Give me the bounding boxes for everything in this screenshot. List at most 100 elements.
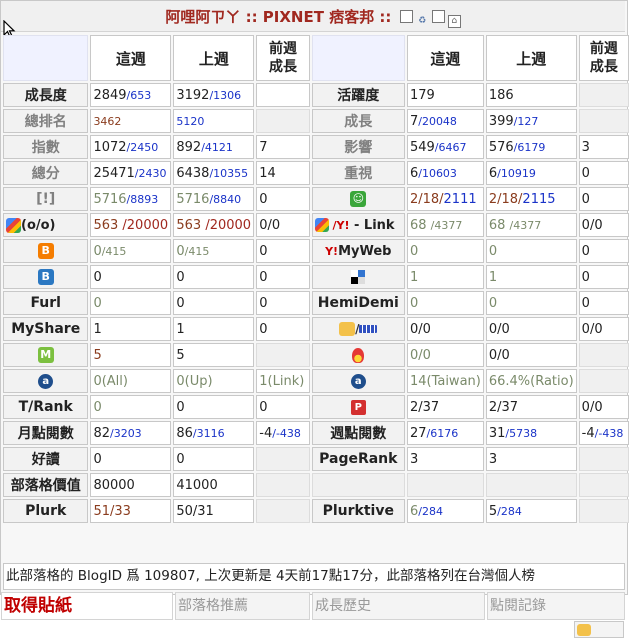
- rank[interactable]: /-438: [595, 427, 624, 440]
- rank[interactable]: /8840: [209, 193, 241, 206]
- value: 6: [409, 503, 419, 519]
- cell-last-week: 186: [485, 83, 577, 107]
- rank[interactable]: /20000: [205, 218, 251, 233]
- rank[interactable]: /4121: [201, 141, 233, 154]
- row-label[interactable]: Furl: [3, 291, 89, 315]
- row-label[interactable]: 影響: [311, 135, 405, 159]
- rank[interactable]: /4377: [431, 219, 463, 232]
- rank[interactable]: 2111: [444, 192, 477, 207]
- cell-this-week: 0/0: [406, 317, 484, 341]
- row-label[interactable]: 總分: [3, 161, 89, 185]
- rank[interactable]: 2115: [522, 192, 555, 207]
- row-label[interactable]: Plurktive: [311, 499, 405, 523]
- row-label-m[interactable]: M: [3, 343, 89, 367]
- growth-history-link[interactable]: 成長歷史: [312, 592, 485, 620]
- blog-recommend-link[interactable]: 部落格推薦: [175, 592, 310, 620]
- rank[interactable]: /284: [418, 505, 443, 518]
- row-label-google-link[interactable]: /Y! - Link: [311, 213, 405, 237]
- row-label-pixnet[interactable]: P: [311, 395, 405, 419]
- cell-last-week: 68 /4377: [485, 213, 577, 237]
- row-label[interactable]: T/Rank: [3, 395, 89, 419]
- row-label[interactable]: 總排名: [3, 109, 89, 133]
- rank[interactable]: /415: [102, 245, 127, 258]
- value: 892: [176, 139, 202, 155]
- row-label[interactable]: 好讀: [3, 447, 89, 471]
- rank[interactable]: /20048: [418, 115, 457, 128]
- header-prev-growth-l2: 成長: [268, 59, 297, 75]
- row-label[interactable]: HemiDemi: [311, 291, 405, 315]
- value: 2/18/: [409, 191, 444, 207]
- row-label-bloglines[interactable]: B: [3, 265, 89, 289]
- cell-last-week: 563 /20000: [173, 213, 255, 237]
- row-label-delicious[interactable]: [311, 265, 405, 289]
- row-label[interactable]: Plurk: [3, 499, 89, 523]
- value: 1072: [93, 139, 127, 155]
- rank[interactable]: /2450: [127, 141, 159, 154]
- row-label-alexa[interactable]: a: [3, 369, 89, 393]
- row-label[interactable]: MyShare: [3, 317, 89, 341]
- row-label[interactable]: 成長度: [3, 83, 89, 107]
- row-label-myweb[interactable]: Y!MyWeb: [311, 239, 405, 263]
- home-icon[interactable]: ⌂: [447, 15, 461, 28]
- value: 563: [176, 217, 206, 233]
- row-label-alexa-2[interactable]: a: [311, 369, 405, 393]
- rank[interactable]: /6467: [435, 141, 467, 154]
- rank[interactable]: /10603: [418, 167, 457, 180]
- get-sticker-label: 取得貼紙: [4, 596, 72, 616]
- rank[interactable]: /10355: [209, 167, 248, 180]
- row-label[interactable]: 月點閱數: [3, 421, 89, 445]
- row-label[interactable]: 週點閱數: [311, 421, 405, 445]
- site-name[interactable]: PIXNET 痞客邦: [263, 8, 374, 26]
- page-icon[interactable]: [399, 10, 413, 23]
- value: 7: [409, 113, 419, 129]
- row-label-flame[interactable]: [311, 343, 405, 367]
- row-label[interactable]: 活躍度: [311, 83, 405, 107]
- refresh-icon[interactable]: ♻: [416, 16, 429, 29]
- rank[interactable]: /3203: [110, 427, 142, 440]
- row-label[interactable]: 部落格價值: [3, 473, 89, 497]
- cell-prev-growth: 0: [256, 187, 310, 211]
- rank[interactable]: /10919: [497, 167, 536, 180]
- rank[interactable]: /3116: [193, 427, 225, 440]
- rank[interactable]: /-438: [272, 427, 301, 440]
- rank[interactable]: /415: [185, 245, 210, 258]
- rank[interactable]: 5120: [176, 115, 204, 128]
- table-row: [!] 5716/8893 5716/8840 0 ☺ 2/18/2111 2/…: [3, 187, 629, 211]
- row-label-blogger[interactable]: B: [3, 239, 89, 263]
- cell-prev-growth: [256, 499, 310, 523]
- rank[interactable]: /2430: [135, 167, 167, 180]
- rank[interactable]: /5738: [505, 427, 537, 440]
- row-label-google[interactable]: (o/o): [3, 213, 89, 237]
- cell-last-week: 5/284: [485, 499, 577, 523]
- cell-prev-growth: 0: [256, 239, 310, 263]
- yahoo-icon: Y!: [325, 245, 339, 258]
- rank[interactable]: /8893: [127, 193, 159, 206]
- view-records-link[interactable]: 點閱記錄: [487, 592, 625, 620]
- value: 563: [93, 217, 123, 233]
- row-label[interactable]: 指數: [3, 135, 89, 159]
- mini-badge[interactable]: [574, 621, 624, 638]
- rank[interactable]: /4377: [510, 219, 542, 232]
- row-label[interactable]: 重視: [311, 161, 405, 185]
- rank[interactable]: /284: [497, 505, 522, 518]
- row-label-funp[interactable]: ☺: [311, 187, 405, 211]
- rank[interactable]: /127: [514, 115, 539, 128]
- get-sticker-link[interactable]: 取得貼紙: [1, 592, 173, 620]
- rank[interactable]: /1306: [209, 89, 241, 102]
- window-icon[interactable]: [431, 10, 445, 23]
- rank[interactable]: /6176: [427, 427, 459, 440]
- cell-this-week: 0: [406, 291, 484, 315]
- cell-this-week: 68 /4377: [406, 213, 484, 237]
- row-label[interactable]: 成長: [311, 109, 405, 133]
- rank[interactable]: /20000: [122, 218, 168, 233]
- rank[interactable]: 3462: [93, 115, 121, 128]
- cell-last-week: 0/415: [173, 239, 255, 263]
- row-label[interactable]: [!]: [3, 187, 89, 211]
- cell-last-week: 66.4%(Ratio): [485, 369, 577, 393]
- row-label-myshare-icons[interactable]: /: [311, 317, 405, 341]
- blog-name[interactable]: 阿哩阿ㄗㄚ: [165, 8, 240, 26]
- row-label[interactable]: PageRank: [311, 447, 405, 471]
- rank[interactable]: /653: [127, 89, 152, 102]
- table-row: M 5 5 0/0 0/0: [3, 343, 629, 367]
- rank[interactable]: /6179: [514, 141, 546, 154]
